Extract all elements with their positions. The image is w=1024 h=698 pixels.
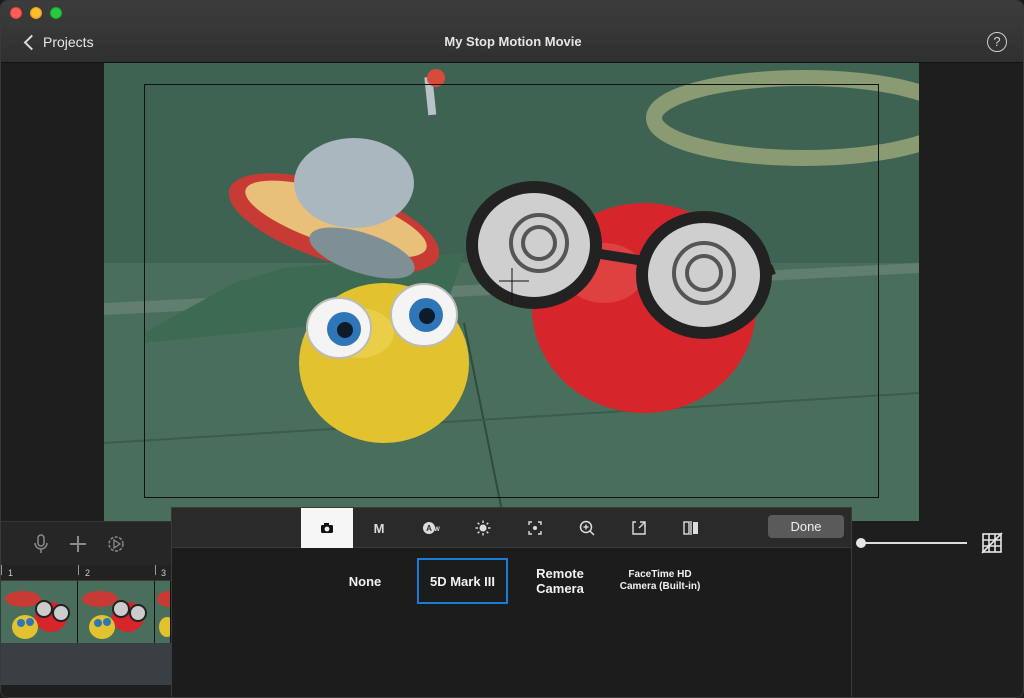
auto-white-balance-icon: AW [423, 522, 440, 534]
tab-manual[interactable]: M [353, 508, 405, 548]
zoom-icon [579, 520, 595, 536]
ruler-label-2: 2 [85, 568, 91, 578]
done-button[interactable]: Done [768, 515, 844, 538]
settings-gear-icon[interactable] [104, 532, 128, 556]
remote-camera-line2: Camera [536, 581, 584, 596]
ruler-tick [78, 565, 79, 575]
window-zoom-button[interactable] [50, 7, 62, 19]
help-button[interactable]: ? [987, 32, 1007, 52]
ruler-tick [155, 565, 156, 575]
ruler-tick [1, 565, 2, 575]
window-minimize-button[interactable] [30, 7, 42, 19]
timeline-ruler: 1 2 3 [1, 565, 171, 581]
svg-text:W: W [434, 527, 440, 533]
facetime-line1: FaceTime HD [628, 569, 692, 580]
camera-source-facetime-hd[interactable]: FaceTime HD Camera (Built-in) [608, 566, 712, 596]
tab-zoom[interactable] [561, 508, 613, 548]
frame-thumbnail[interactable] [1, 581, 78, 643]
camera-icon [321, 523, 333, 533]
timeline: 1 2 3 [1, 565, 171, 685]
frame-thumbnail[interactable] [155, 581, 171, 643]
window-close-button[interactable] [10, 7, 22, 19]
tab-white-balance[interactable]: AW [405, 508, 457, 548]
svg-text:A: A [426, 524, 432, 533]
title-bar: Projects My Stop Motion Movie ? [1, 1, 1023, 63]
plus-icon[interactable] [66, 532, 90, 556]
focus-icon [528, 521, 542, 535]
tab-brightness[interactable] [457, 508, 509, 548]
camera-settings-tabs: M AW Done [172, 508, 851, 548]
tab-mirror[interactable] [665, 508, 717, 548]
brightness-icon [475, 520, 491, 536]
overlay-opacity-slider-knob[interactable] [856, 538, 866, 548]
import-icon [632, 521, 646, 535]
tab-import[interactable] [613, 508, 665, 548]
frame-thumbnails [1, 581, 171, 643]
ruler-label-3: 3 [161, 568, 167, 578]
window-title: My Stop Motion Movie [444, 34, 582, 49]
tab-focus[interactable] [509, 508, 561, 548]
camera-source-5d-mark-iii[interactable]: 5D Mark III [417, 558, 508, 604]
camera-settings-popover: M AW Done None 5D Mark III Remote Camera… [171, 507, 852, 697]
grid-overlay-toggle-icon[interactable] [981, 532, 1003, 554]
camera-preview[interactable] [104, 63, 919, 521]
timeline-toolbar [1, 521, 171, 565]
timeline-empty-track [1, 643, 171, 685]
mirror-icon [683, 521, 698, 535]
overlay-opacity-slider-track[interactable] [861, 542, 967, 544]
camera-source-remote-camera[interactable]: Remote Camera [524, 564, 596, 598]
frame-thumbnail[interactable] [78, 581, 155, 643]
microphone-icon[interactable] [29, 532, 53, 556]
stop-motion-scene-image [104, 63, 919, 521]
camera-source-none[interactable]: None [332, 568, 398, 594]
app-window: Projects My Stop Motion Movie ? 1 2 3 M … [0, 0, 1024, 698]
facetime-line2: Camera (Built-in) [619, 581, 701, 592]
ruler-label-1: 1 [8, 568, 14, 578]
tab-camera[interactable] [301, 508, 353, 548]
remote-camera-line1: Remote [536, 566, 584, 581]
